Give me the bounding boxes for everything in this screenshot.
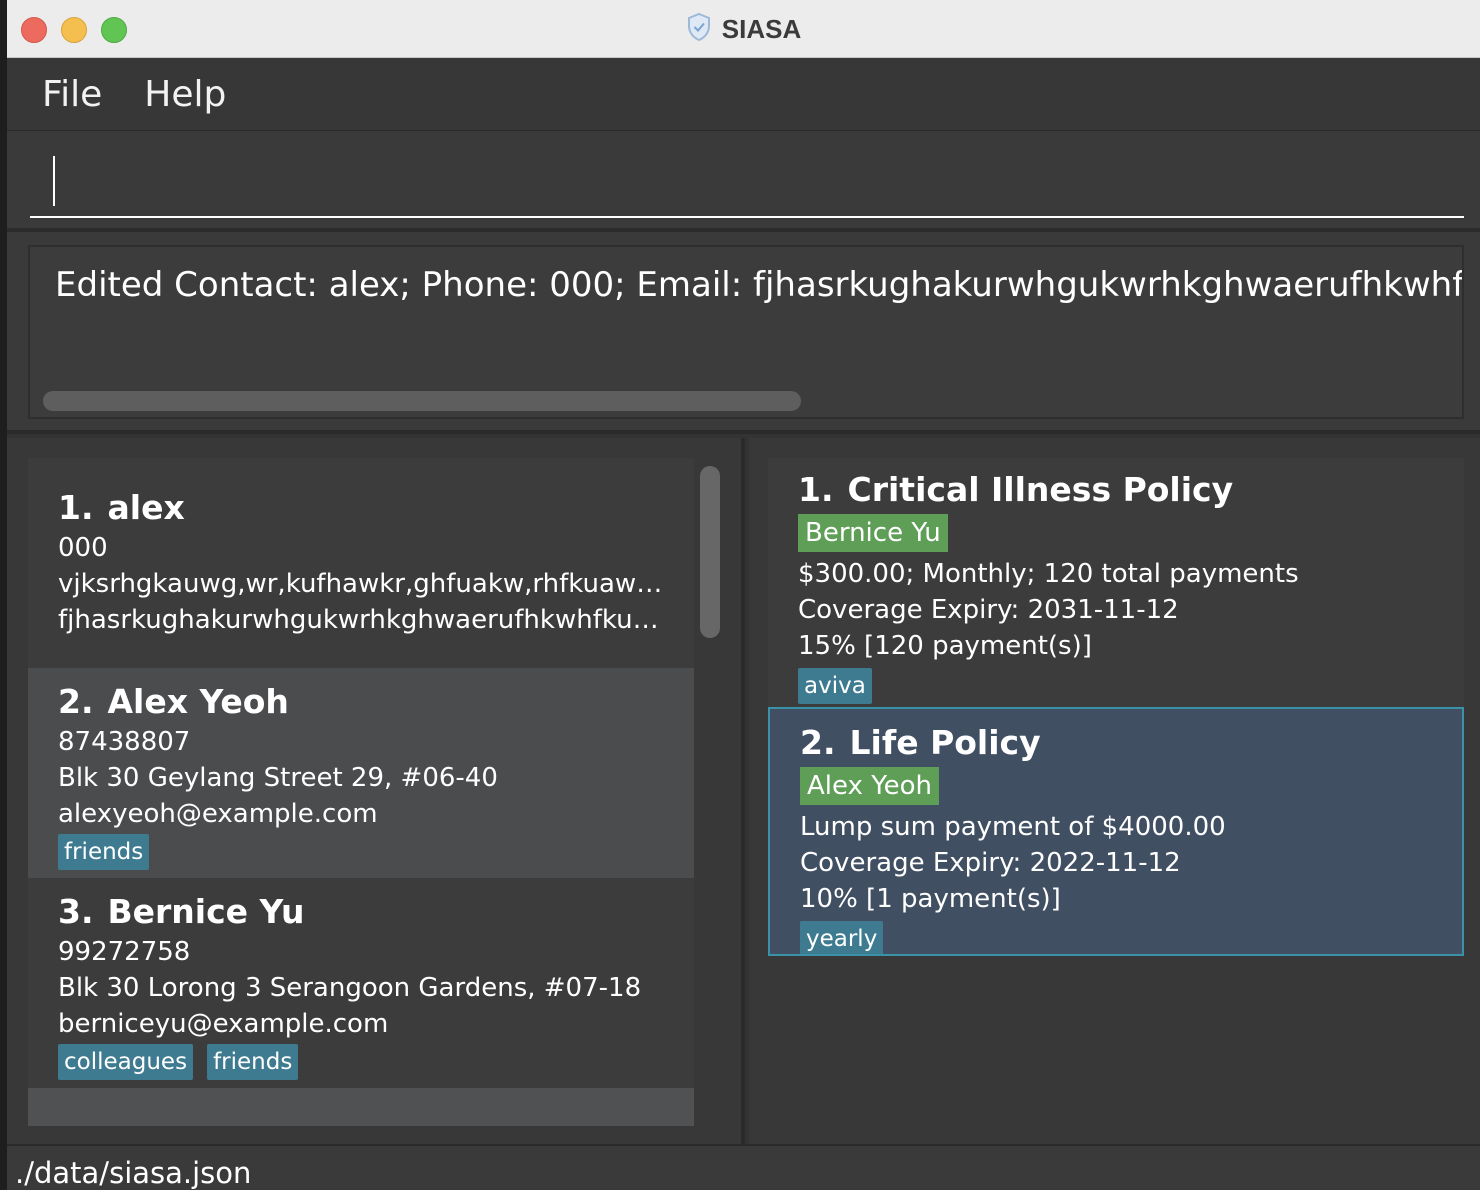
result-horizontal-scrollbar[interactable]: [43, 391, 801, 411]
person-tag: friends: [207, 1044, 299, 1080]
menu-file[interactable]: File: [42, 74, 102, 115]
person-phone: 99272758: [58, 937, 191, 967]
command-input[interactable]: [30, 152, 1464, 218]
desktop-background: [0, 0, 7, 1190]
policy-card[interactable]: 1. Critical Illness Policy Bernice Yu $30…: [768, 458, 1464, 707]
policy-expiry: Coverage Expiry: 2022-11-12: [800, 848, 1181, 878]
command-box: [7, 132, 1480, 232]
policy-commission: 15% [120 payment(s)]: [798, 631, 1092, 661]
policy-title: 1. Critical Illness Policy: [798, 470, 1234, 509]
title-bar: SIASA: [7, 0, 1480, 58]
policy-title: 2. Life Policy: [800, 723, 1041, 762]
save-location: ./data/siasa.json: [15, 1156, 252, 1190]
person-card[interactable]: 2. Alex Yeoh 87438807 Blk 30 Geylang Stre…: [28, 668, 694, 878]
policy-card-selected[interactable]: 2. Life Policy Alex Yeoh Lump sum payment…: [768, 707, 1464, 956]
person-name: 1. alex: [58, 488, 185, 527]
lists-area: 1. alex 000 vjksrhgkauwg,wr,kufhawkr,ghfu…: [7, 430, 1480, 1148]
person-phone: 87438807: [58, 727, 191, 757]
person-phone: 000: [58, 533, 108, 563]
result-display: Edited Contact: alex; Phone: 000; Email:…: [28, 245, 1464, 419]
window-title: SIASA: [721, 13, 802, 44]
menu-bar: File Help: [7, 59, 1480, 131]
policy-client-tag: Alex Yeoh: [800, 767, 940, 805]
status-bar: ./data/siasa.json: [7, 1144, 1480, 1190]
text-caret: [53, 156, 55, 206]
person-list-scrollbar[interactable]: [700, 466, 720, 638]
person-tag: friends: [58, 834, 150, 870]
policy-client-tag: Bernice Yu: [798, 514, 948, 552]
menu-help[interactable]: Help: [144, 74, 226, 115]
person-email: alexyeoh@example.com: [58, 799, 378, 829]
person-card[interactable]: 1. alex 000 vjksrhgkauwg,wr,kufhawkr,ghfu…: [28, 458, 694, 668]
person-name: 2. Alex Yeoh: [58, 682, 289, 721]
person-address: Blk 30 Lorong 3 Serangoon Gardens, #07-1…: [58, 973, 642, 1003]
person-address: Blk 30 Geylang Street 29, #06-40: [58, 763, 498, 793]
shield-icon: [686, 12, 712, 46]
policy-company-tag: yearly: [800, 921, 884, 954]
policy-payment: $300.00; Monthly; 120 total payments: [798, 559, 1299, 589]
person-email: berniceyu@example.com: [58, 1009, 389, 1039]
empty-list-row: [28, 1088, 694, 1126]
person-card[interactable]: 3. Bernice Yu 99272758 Blk 30 Lorong 3 Se…: [28, 878, 694, 1088]
person-email: fjhasrkughakurwhgukwrhkghwaerufhkwhfkulw…: [58, 605, 664, 635]
person-tag: colleagues: [58, 1044, 194, 1080]
app-window: SIASA File Help Edited Contact: alex; Ph…: [7, 0, 1480, 1190]
person-name: 3. Bernice Yu: [58, 892, 305, 931]
result-text: Edited Contact: alex; Phone: 000; Email:…: [55, 265, 1464, 305]
policy-commission: 10% [1 payment(s)]: [800, 884, 1061, 914]
policy-expiry: Coverage Expiry: 2031-11-12: [798, 595, 1179, 625]
person-list-panel: 1. alex 000 vjksrhgkauwg,wr,kufhawkr,ghfu…: [7, 438, 745, 1148]
policy-payment: Lump sum payment of $4000.00: [800, 812, 1226, 842]
person-address: vjksrhgkauwg,wr,kufhawkr,ghfuakw,rhfkuaw…: [58, 569, 664, 599]
policy-company-tag: aviva: [798, 668, 872, 704]
policy-list-panel: 1. Critical Illness Policy Bernice Yu $30…: [749, 438, 1480, 1148]
